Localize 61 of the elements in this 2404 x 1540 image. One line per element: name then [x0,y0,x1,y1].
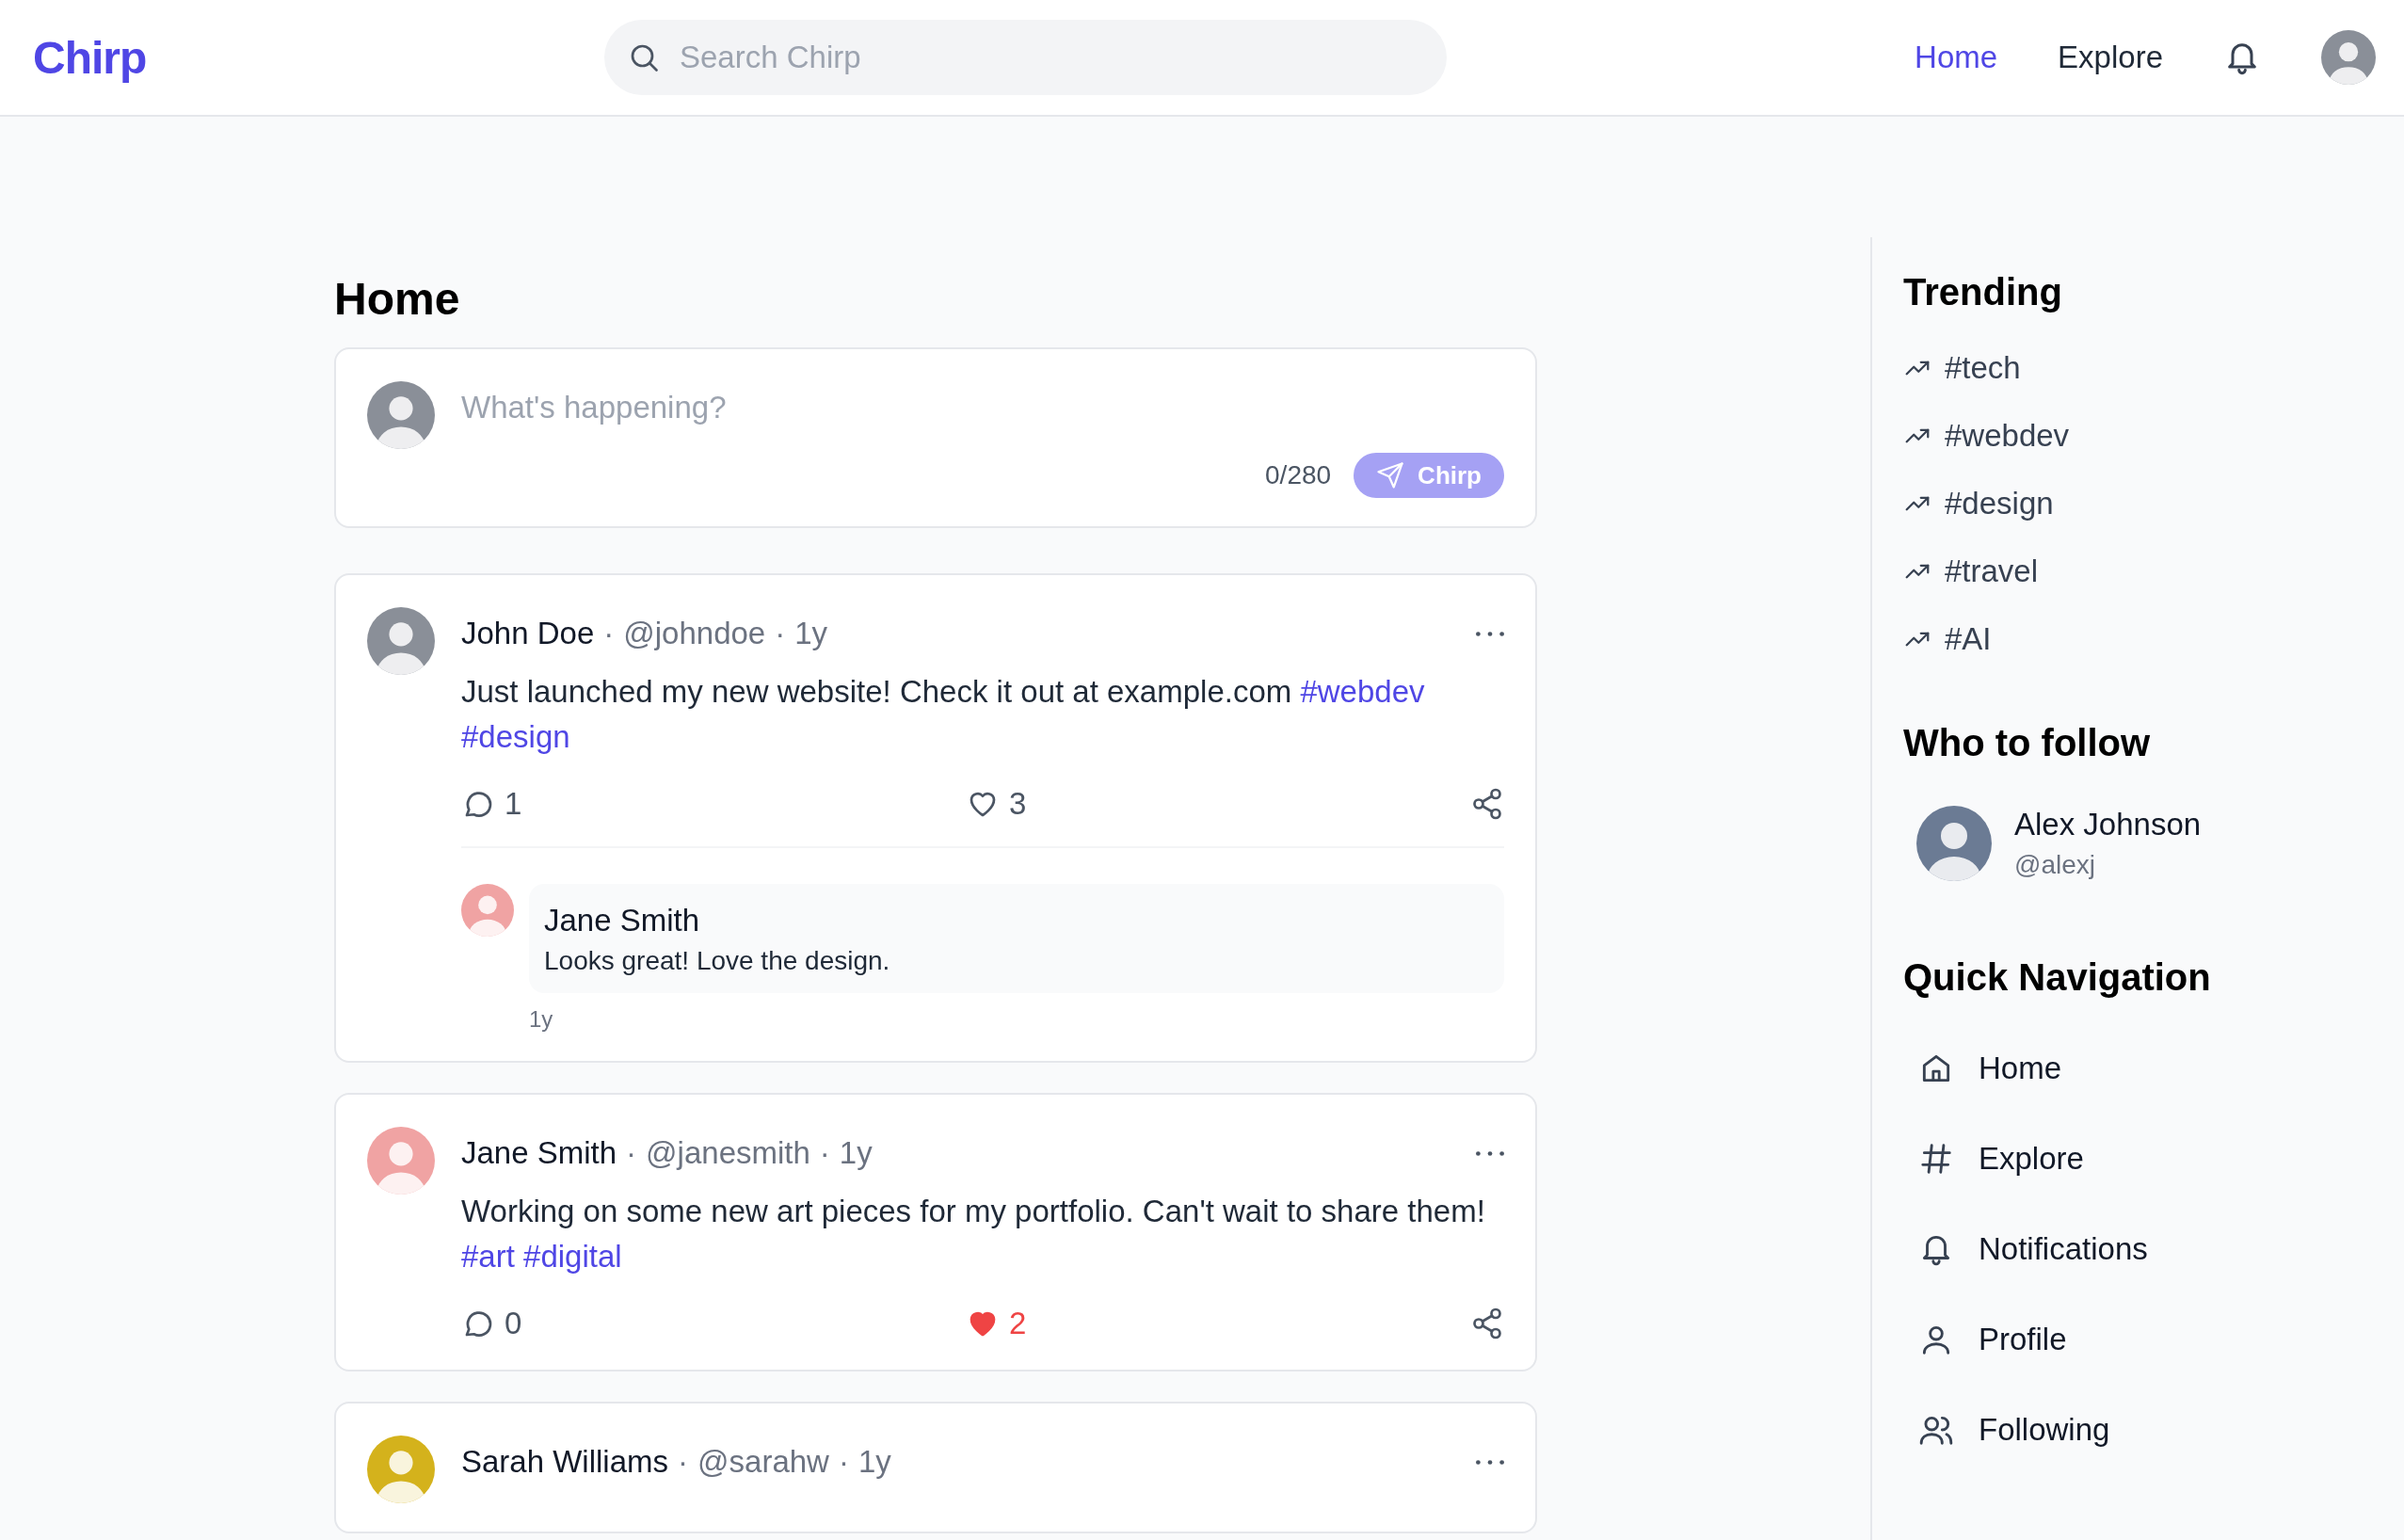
separator-dot: · [819,1135,830,1171]
nav-link[interactable]: Notifications [1903,1204,2404,1294]
trending-link[interactable]: #travel [1903,537,2404,605]
hashtag-link[interactable]: #design [461,719,570,754]
page-title: Home [334,273,461,325]
author-name[interactable]: John Doe [461,616,595,651]
nav-link[interactable]: Explore [1903,1114,2404,1204]
post-text: Working on some new art pieces for my portfolio. Can't wait to share them! #art #digital [461,1193,1486,1275]
author-name[interactable]: Sarah Williams [461,1444,669,1480]
like-button[interactable]: 3 [966,786,1027,822]
share-button[interactable] [1470,1307,1504,1340]
separator-dot: · [603,616,615,651]
hashtag-link[interactable]: #digital [523,1239,622,1274]
more-icon[interactable] [1476,630,1504,637]
hashtag-link[interactable]: #webdev [1300,674,1425,709]
trending-link[interactable]: #tech [1903,334,2404,402]
like-button[interactable]: 2 [966,1306,1027,1341]
share-button[interactable] [1470,787,1504,821]
share-icon [1470,1307,1504,1340]
share-icon [1470,787,1504,821]
hashtag-link[interactable]: #art [461,1239,515,1274]
separator-dot: · [678,1444,689,1480]
separator-dot: · [626,1135,637,1171]
reply-author: Jane Smith [544,903,701,938]
send-icon [1376,461,1405,489]
post-text: Just launched my new website! Check it out at example.com #webdev #design [461,673,1426,756]
trending-link[interactable]: #AI [1903,605,2404,673]
logo[interactable]: Chirp [33,31,604,84]
author-handle: @sarahw [697,1444,829,1480]
user-handle: @alexj [2014,850,2096,880]
avatar-icon [461,884,514,937]
section-heading: Trending [1903,271,2063,313]
reply-text: Looks great! Love the design. [544,946,891,976]
more-icon[interactable] [1476,1458,1504,1466]
post-time: 1y [794,616,828,651]
search-field[interactable]: Search Chirp [678,39,1424,76]
author-name[interactable]: Jane Smith [461,1135,617,1171]
avatar-icon [2321,30,2376,85]
nav-link[interactable]: Profile [1903,1294,2404,1385]
more-icon[interactable] [1476,1149,1504,1157]
post-time: 1y [839,1135,873,1171]
comment-button[interactable]: 1 [461,786,522,822]
user-name[interactable]: Alex Johnson [2014,807,2202,842]
separator-dot: · [838,1444,849,1480]
author-handle: @janesmith [646,1135,810,1171]
reply-time: 1y [529,1006,554,1033]
separator-dot: · [775,616,786,651]
nav-link[interactable]: Following [1903,1385,2404,1475]
post-time: 1y [857,1444,891,1480]
nav-link[interactable]: Home [1903,1023,2404,1114]
section-heading: Who to follow [1903,722,2152,764]
search-bar[interactable]: Search Chirp [604,20,1447,95]
nav-link[interactable]: Explore [2058,40,2163,75]
hashtag-icon [1918,1141,1954,1177]
comment-button[interactable]: 0 [461,1306,522,1341]
trending-link[interactable]: #design [1903,470,2404,537]
trending-link[interactable]: #webdev [1903,402,2404,470]
nav-link[interactable]: Home [1915,40,1998,75]
character-counter: 0/280 [1265,460,1332,490]
author-handle: @johndoe [623,616,766,651]
section-heading: Quick Navigation [1903,956,2212,999]
